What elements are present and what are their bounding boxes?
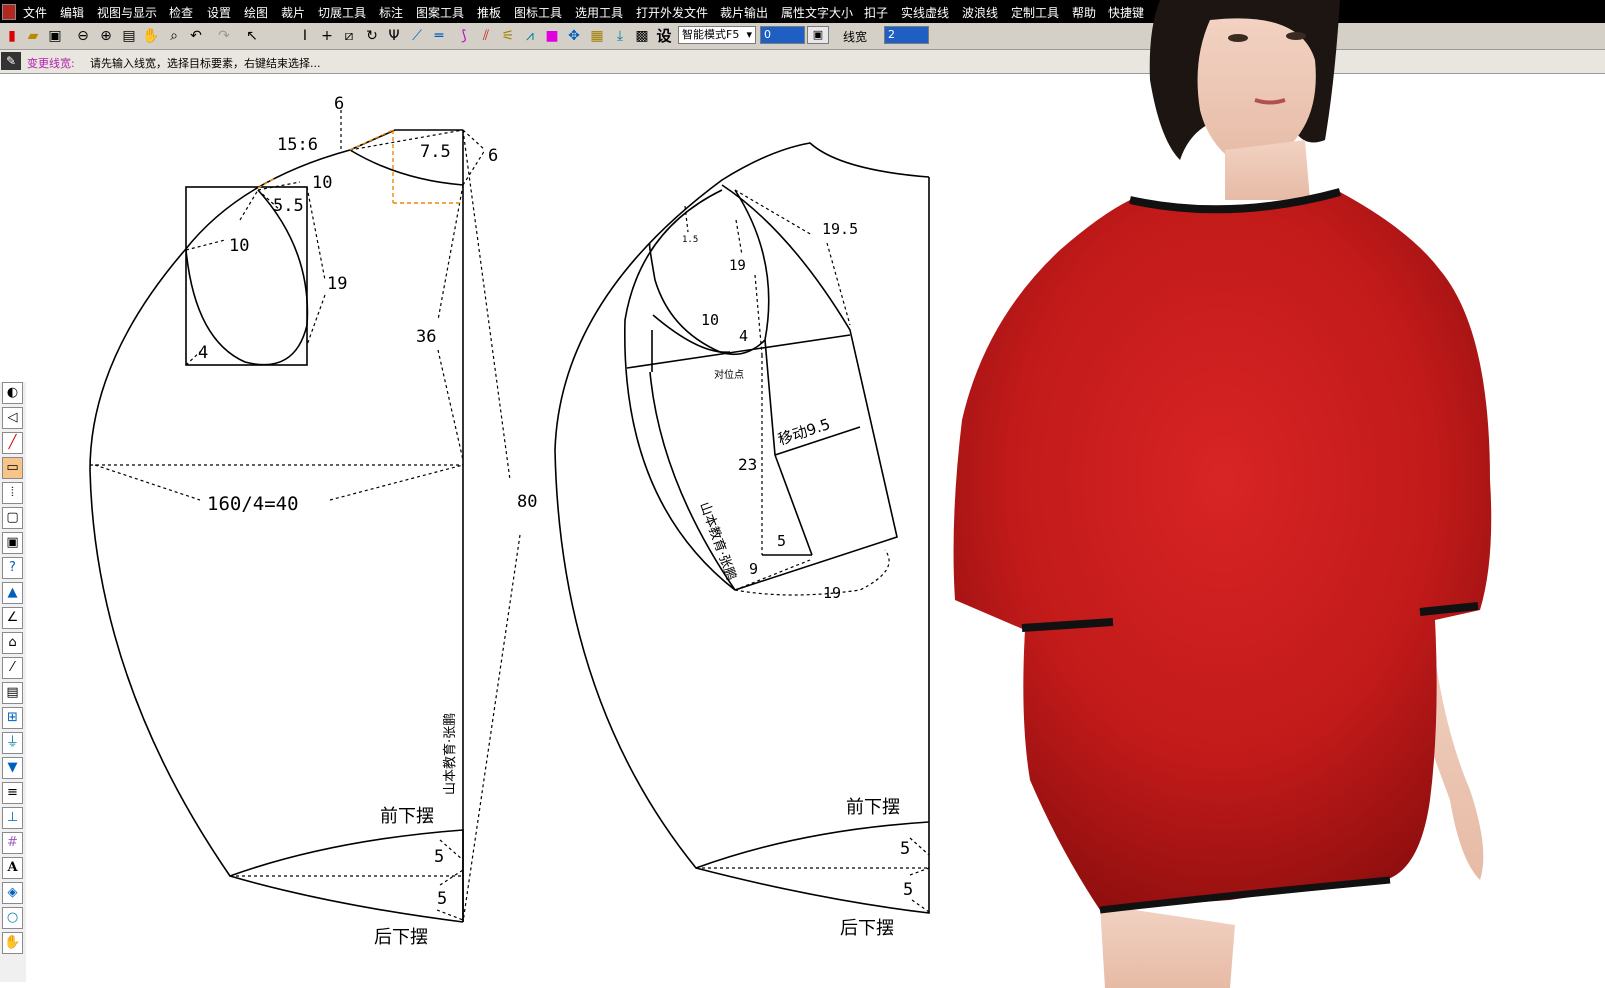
dim-sleeve-5: 5 [777, 532, 786, 550]
sleeve-inner-curve [648, 189, 770, 356]
dim-pocket-19: 19 [327, 274, 347, 294]
brand-watermark-front: 山本教育·张鹏 [442, 713, 458, 795]
dim-sleeve-9: 9 [749, 560, 758, 578]
dim-pocket-4: 4 [198, 343, 208, 363]
dim-neck-15-6: 15:6 [277, 135, 318, 155]
front-labels: 6 15:6 7.5 6 10 5.5 10 19 4 36 160/4=40 … [198, 94, 537, 948]
dim-neck-10: 10 [312, 173, 332, 193]
front-guides [90, 110, 521, 923]
front-hem-label: 前下摆 [380, 806, 434, 827]
dim-sleeve-19a: 19 [729, 258, 746, 274]
brand-watermark-sleeve: 山本教育·张鹏 [696, 500, 739, 583]
pocket-curve [185, 189, 309, 366]
move-label: 移动9.5 [776, 415, 833, 449]
dim-sleeve-19-5: 19.5 [822, 220, 858, 238]
dim-total-80: 80 [517, 492, 537, 512]
avatar-dress [953, 192, 1492, 910]
sleeve-hem-curve [695, 821, 930, 869]
avatar-3d-preview [953, 0, 1492, 988]
dim-right-6: 6 [488, 146, 498, 166]
move-line-a [764, 339, 776, 456]
notch-mark-label: 对位点 [714, 368, 744, 381]
sleeve-labels: 19.5 1.5 19 10 4 对位点 移动9.5 23 山本教育·张鹏 9 … [682, 220, 913, 939]
dim-sleeve-4: 4 [739, 327, 748, 345]
sleeve-cap-curve [721, 184, 898, 591]
dim-sleeve-10: 10 [701, 311, 719, 329]
dim-hem-5b: 5 [437, 889, 447, 909]
dim-sleeve-1-5: 1.5 [682, 235, 698, 245]
back-hem-curve [229, 875, 464, 923]
avatar-eye-left [1228, 34, 1248, 42]
bust-measure-label: 160/4=40 [207, 493, 299, 515]
dim-pocket-10: 10 [229, 236, 249, 256]
avatar-legs [1100, 905, 1235, 988]
dim-hem-5a: 5 [434, 847, 444, 867]
dim-sleeve-19b: 19 [823, 584, 841, 602]
sleeve-back-hem-label: 后下摆 [840, 918, 894, 939]
front-body-piece[interactable] [89, 129, 464, 923]
dim-pocket-5-5: 5.5 [273, 196, 304, 216]
dim-sleeve-hem-5a: 5 [900, 839, 910, 859]
avatar-neck [1225, 140, 1310, 200]
dim-top-6: 6 [334, 94, 344, 114]
pattern-canvas[interactable]: 6 15:6 7.5 6 10 5.5 10 19 4 36 160/4=40 … [0, 0, 1605, 988]
dim-sleeve-23: 23 [738, 455, 757, 474]
dim-sleeve-hem-5b: 5 [903, 880, 913, 900]
front-outline [89, 129, 464, 922]
back-hem-label: 后下摆 [374, 927, 428, 948]
sleeve-front-hem-label: 前下摆 [846, 797, 900, 818]
dim-shoulder-7-5: 7.5 [420, 142, 451, 162]
avatar-eye-right [1286, 32, 1306, 40]
dim-length-36: 36 [416, 327, 436, 347]
sleeve-hem-guides [696, 837, 930, 913]
